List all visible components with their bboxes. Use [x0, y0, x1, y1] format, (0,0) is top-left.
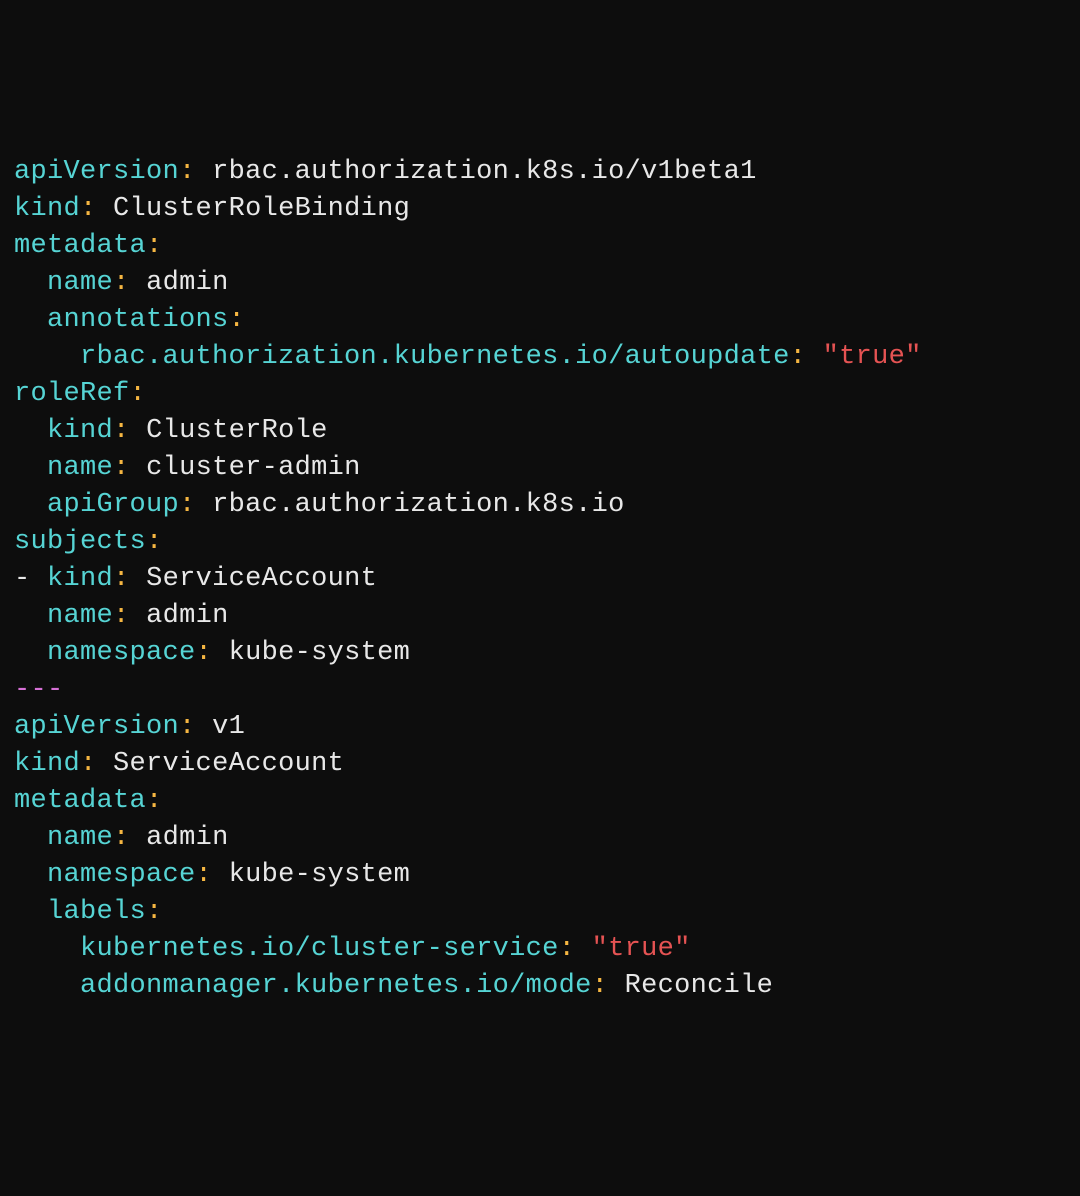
colon: : — [179, 157, 196, 187]
yaml-key: kind — [14, 194, 80, 224]
yaml-line: name: admin — [14, 265, 1066, 302]
yaml-key: name — [47, 453, 113, 483]
yaml-value: ServiceAccount — [146, 564, 377, 594]
yaml-line: apiGroup: rbac.authorization.k8s.io — [14, 487, 1066, 524]
colon: : — [559, 934, 576, 964]
yaml-value: v1 — [212, 712, 245, 742]
colon: : — [179, 490, 196, 520]
yaml-key: namespace — [47, 638, 196, 668]
yaml-line: rbac.authorization.kubernetes.io/autoupd… — [14, 339, 1066, 376]
yaml-line: kind: ServiceAccount — [14, 746, 1066, 783]
yaml-key: name — [47, 268, 113, 298]
yaml-line: name: admin — [14, 820, 1066, 857]
yaml-line: metadata: — [14, 228, 1066, 265]
yaml-key: apiVersion — [14, 157, 179, 187]
yaml-value: kube-system — [229, 638, 411, 668]
colon: : — [80, 194, 97, 224]
yaml-line: addonmanager.kubernetes.io/mode: Reconci… — [14, 968, 1066, 1005]
yaml-line: metadata: — [14, 783, 1066, 820]
colon: : — [80, 749, 97, 779]
yaml-line: annotations: — [14, 302, 1066, 339]
colon: : — [113, 453, 130, 483]
colon: : — [790, 342, 807, 372]
yaml-doc-separator: --- — [14, 675, 64, 705]
colon: : — [113, 601, 130, 631]
yaml-line: name: admin — [14, 598, 1066, 635]
yaml-value: Reconcile — [625, 971, 774, 1001]
yaml-key: kind — [47, 416, 113, 446]
yaml-line: subjects: — [14, 524, 1066, 561]
colon: : — [196, 860, 213, 890]
yaml-key: apiVersion — [14, 712, 179, 742]
yaml-line: kind: ClusterRoleBinding — [14, 191, 1066, 228]
yaml-key: kind — [14, 749, 80, 779]
colon: : — [113, 564, 130, 594]
colon: : — [146, 786, 163, 816]
yaml-key: labels — [47, 897, 146, 927]
yaml-value: ClusterRole — [146, 416, 328, 446]
colon: : — [146, 897, 163, 927]
yaml-key: rbac.authorization.kubernetes.io/autoupd… — [80, 342, 790, 372]
yaml-value: admin — [146, 268, 229, 298]
yaml-value: rbac.authorization.k8s.io — [212, 490, 625, 520]
yaml-line: - kind: ServiceAccount — [14, 561, 1066, 598]
yaml-key: kubernetes.io/cluster-service — [80, 934, 559, 964]
yaml-value: rbac.authorization.k8s.io/v1beta1 — [212, 157, 757, 187]
colon: : — [146, 527, 163, 557]
yaml-value: admin — [146, 601, 229, 631]
yaml-key: annotations — [47, 305, 229, 335]
yaml-string: "true" — [592, 934, 691, 964]
yaml-string: "true" — [823, 342, 922, 372]
yaml-line: apiVersion: v1 — [14, 709, 1066, 746]
colon: : — [229, 305, 246, 335]
yaml-key: metadata — [14, 231, 146, 261]
colon: : — [113, 416, 130, 446]
colon: : — [179, 712, 196, 742]
yaml-line: kubernetes.io/cluster-service: "true" — [14, 931, 1066, 968]
colon: : — [196, 638, 213, 668]
yaml-line: roleRef: — [14, 376, 1066, 413]
colon: : — [592, 971, 609, 1001]
yaml-key: kind — [47, 564, 113, 594]
yaml-key: apiGroup — [47, 490, 179, 520]
yaml-separator: --- — [14, 672, 1066, 709]
yaml-value: admin — [146, 823, 229, 853]
yaml-key: subjects — [14, 527, 146, 557]
colon: : — [130, 379, 147, 409]
yaml-line: namespace: kube-system — [14, 635, 1066, 672]
yaml-dash: - — [14, 564, 31, 594]
colon: : — [113, 823, 130, 853]
code-editor[interactable]: apiVersion: rbac.authorization.k8s.io/v1… — [14, 154, 1066, 1005]
yaml-value: ClusterRoleBinding — [113, 194, 410, 224]
yaml-key: roleRef — [14, 379, 130, 409]
yaml-value: kube-system — [229, 860, 411, 890]
yaml-line: apiVersion: rbac.authorization.k8s.io/v1… — [14, 154, 1066, 191]
yaml-line: kind: ClusterRole — [14, 413, 1066, 450]
colon: : — [113, 268, 130, 298]
yaml-key: namespace — [47, 860, 196, 890]
yaml-key: name — [47, 823, 113, 853]
yaml-value: cluster-admin — [146, 453, 361, 483]
colon: : — [146, 231, 163, 261]
yaml-line: namespace: kube-system — [14, 857, 1066, 894]
yaml-value: ServiceAccount — [113, 749, 344, 779]
yaml-line: labels: — [14, 894, 1066, 931]
yaml-key: metadata — [14, 786, 146, 816]
yaml-key: addonmanager.kubernetes.io/mode — [80, 971, 592, 1001]
yaml-key: name — [47, 601, 113, 631]
yaml-line: name: cluster-admin — [14, 450, 1066, 487]
